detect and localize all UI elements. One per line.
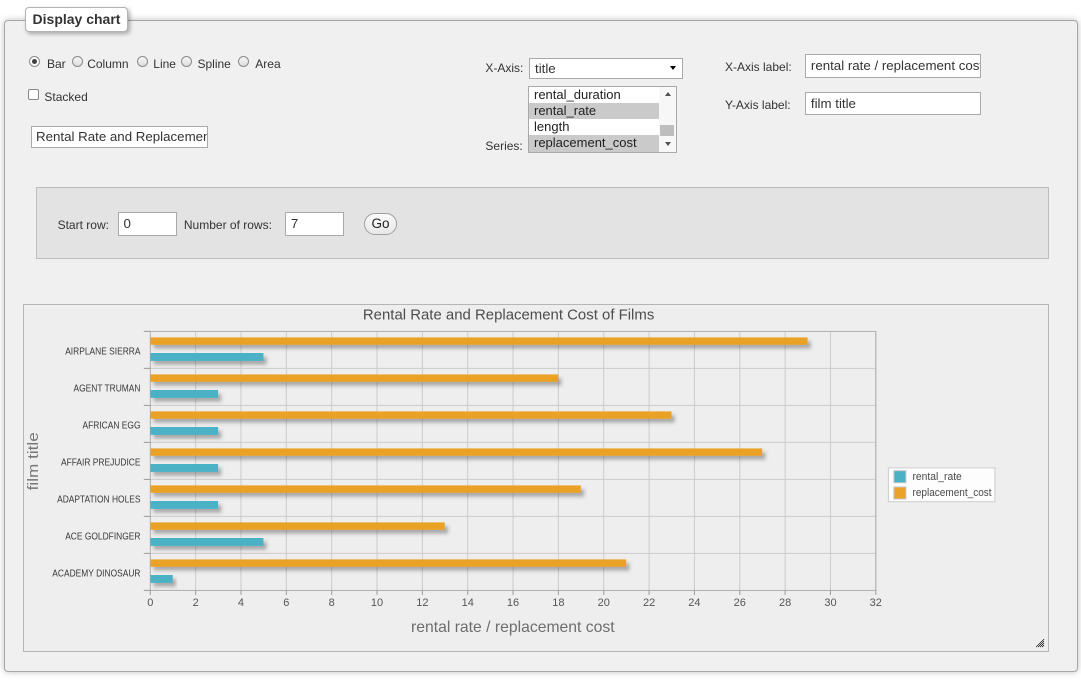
svg-text:0: 0 <box>147 597 153 609</box>
svg-text:AFRICAN EGG: AFRICAN EGG <box>83 421 141 432</box>
svg-text:rental rate / replacement cost: rental rate / replacement cost <box>411 619 615 636</box>
svg-text:4: 4 <box>238 597 244 609</box>
svg-text:18: 18 <box>552 597 564 609</box>
svg-text:rental_rate: rental_rate <box>913 471 962 483</box>
svg-text:32: 32 <box>870 597 882 609</box>
svg-text:16: 16 <box>507 597 519 609</box>
svg-text:28: 28 <box>779 597 791 609</box>
svg-text:ACE GOLDFINGER: ACE GOLDFINGER <box>65 532 140 543</box>
svg-text:AFFAIR PREJUDICE: AFFAIR PREJUDICE <box>61 458 141 469</box>
svg-text:6: 6 <box>283 597 289 609</box>
svg-text:12: 12 <box>416 597 428 609</box>
svg-text:2: 2 <box>193 597 199 609</box>
svg-text:8: 8 <box>329 597 335 609</box>
svg-text:10: 10 <box>371 597 383 609</box>
svg-text:Rental Rate and Replacement Co: Rental Rate and Replacement Cost of Film… <box>363 307 655 324</box>
svg-text:14: 14 <box>462 597 474 609</box>
svg-text:ADAPTATION HOLES: ADAPTATION HOLES <box>57 495 141 506</box>
svg-text:24: 24 <box>688 597 700 609</box>
svg-text:30: 30 <box>824 597 836 609</box>
svg-text:AIRPLANE SIERRA: AIRPLANE SIERRA <box>65 347 141 358</box>
svg-text:replacement_cost: replacement_cost <box>913 487 992 499</box>
svg-text:AGENT TRUMAN: AGENT TRUMAN <box>74 384 141 395</box>
svg-text:20: 20 <box>598 597 610 609</box>
svg-text:26: 26 <box>734 597 746 609</box>
svg-text:film title: film title <box>25 432 42 490</box>
svg-text:22: 22 <box>643 597 655 609</box>
svg-text:ACADEMY DINOSAUR: ACADEMY DINOSAUR <box>52 569 140 580</box>
